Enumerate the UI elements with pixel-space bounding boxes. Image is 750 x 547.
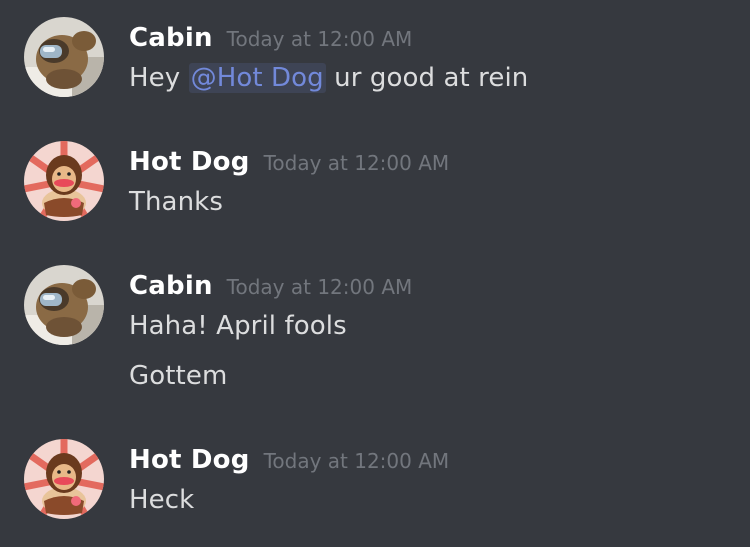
timestamp: Today at 12:00 AM	[226, 275, 413, 299]
message-header: Hot Dog Today at 12:00 AM	[129, 445, 449, 483]
caveman-avatar[interactable]	[24, 141, 104, 221]
message-text: Heck	[129, 485, 195, 515]
timestamp: Today at 12:00 AM	[263, 449, 450, 473]
message-text-prefix: Hey	[129, 63, 189, 93]
message-text: Gottem	[129, 361, 228, 391]
chat-message-list: Cabin Today at 12:00 AM Hey @Hot Dog ur g…	[0, 0, 750, 547]
username[interactable]: Cabin	[129, 23, 213, 53]
caveman-avatar[interactable]	[24, 439, 104, 519]
message-text: Hey @Hot Dog ur good at rein	[129, 63, 528, 93]
pug-crewmate-avatar[interactable]	[24, 265, 104, 345]
timestamp: Today at 12:00 AM	[226, 27, 413, 51]
message-header: Hot Dog Today at 12:00 AM	[129, 147, 449, 185]
message-text: Haha! April fools	[129, 311, 347, 341]
username[interactable]: Hot Dog	[129, 445, 250, 475]
message-header: Cabin Today at 12:00 AM	[129, 271, 412, 309]
pug-crewmate-avatar[interactable]	[24, 17, 104, 97]
user-mention[interactable]: @Hot Dog	[188, 63, 326, 93]
timestamp: Today at 12:00 AM	[263, 151, 450, 175]
message-text: Thanks	[129, 187, 223, 217]
username[interactable]: Cabin	[129, 271, 213, 301]
username[interactable]: Hot Dog	[129, 147, 250, 177]
message-text-suffix: ur good at rein	[325, 63, 529, 93]
message-header: Cabin Today at 12:00 AM	[129, 23, 412, 61]
